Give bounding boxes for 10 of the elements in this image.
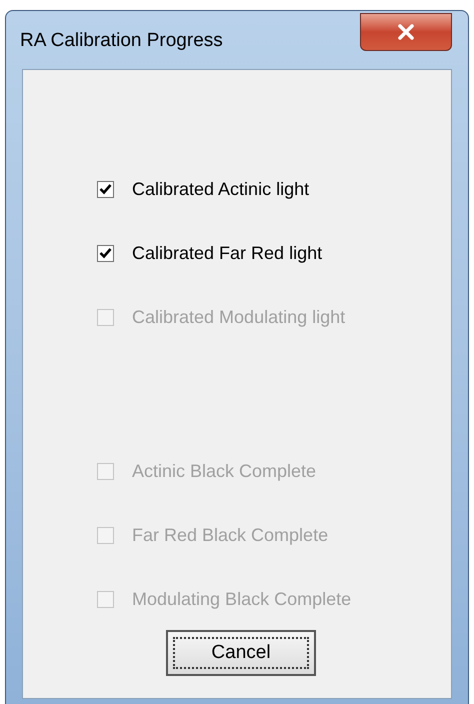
checkbox-row[interactable]: Calibrated Actinic light	[97, 170, 346, 208]
close-icon	[397, 24, 415, 40]
check-icon	[99, 247, 112, 259]
cancel-button[interactable]: Cancel	[166, 630, 316, 676]
checkbox-row[interactable]: Calibrated Far Red light	[97, 234, 346, 272]
checkbox[interactable]	[97, 180, 114, 198]
check-icon	[99, 183, 112, 195]
close-button[interactable]	[360, 13, 452, 51]
checkbox[interactable]	[97, 244, 114, 262]
window-title: RA Calibration Progress	[20, 29, 223, 53]
